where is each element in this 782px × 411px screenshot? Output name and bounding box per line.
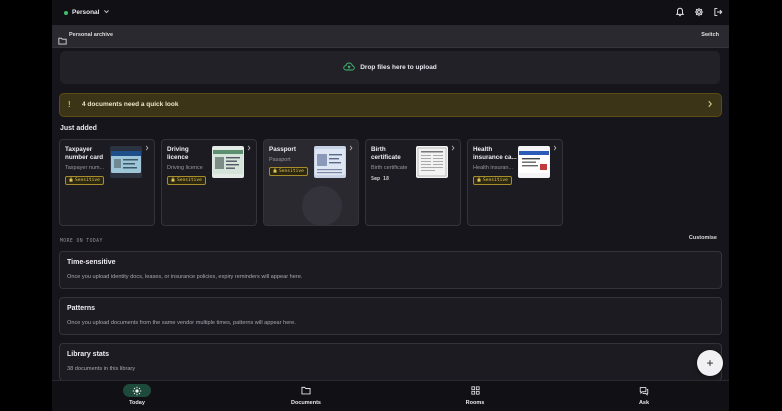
lock-icon bbox=[273, 168, 277, 175]
chevron-right-icon bbox=[707, 100, 713, 110]
panel-description: Once you upload documents from the same … bbox=[67, 320, 296, 326]
customise-button[interactable]: Customise bbox=[689, 235, 717, 241]
document-thumbnail bbox=[518, 146, 550, 178]
archive-name: Personal archive bbox=[69, 32, 114, 38]
library-stats-panel[interactable]: Library stats 38 documents in this libra… bbox=[59, 343, 722, 381]
status-dot-icon bbox=[64, 10, 68, 15]
lock-icon bbox=[477, 177, 481, 184]
folder-icon bbox=[292, 384, 320, 397]
document-card-birth-certificate[interactable]: Birth certificate Birth certificate Sep … bbox=[365, 139, 461, 226]
document-card-passport[interactable]: Passport Passport Sensitive bbox=[263, 139, 359, 226]
panel-description: 38 documents in this library bbox=[67, 366, 136, 372]
card-title: Taxpayer number card bbox=[65, 146, 104, 161]
nav-item-ask[interactable]: Ask bbox=[614, 384, 674, 411]
gear-icon[interactable] bbox=[693, 6, 704, 17]
document-thumbnail bbox=[110, 146, 142, 178]
alert-text: 4 documents need a quick look bbox=[82, 101, 179, 108]
chevron-right-icon bbox=[553, 145, 557, 153]
card-date: Sep 18 bbox=[371, 176, 390, 182]
chat-icon bbox=[630, 384, 658, 397]
nav-item-rooms[interactable]: Rooms bbox=[445, 384, 505, 411]
just-added-heading: Just added bbox=[60, 125, 97, 132]
lock-icon bbox=[69, 177, 73, 184]
nav-item-documents[interactable]: Documents bbox=[276, 384, 336, 411]
nav-label: Ask bbox=[638, 400, 650, 406]
app-window: Personal Personal archive Switch Drop fi… bbox=[52, 0, 729, 411]
chevron-right-icon bbox=[145, 145, 149, 153]
workspace-switcher[interactable]: Personal bbox=[64, 6, 110, 19]
bottom-navigation: Today Documents Rooms Ask bbox=[52, 380, 729, 411]
card-subtitle: Taxpayer num... bbox=[65, 165, 105, 171]
chevron-down-icon bbox=[103, 8, 110, 17]
add-button[interactable]: + bbox=[697, 350, 723, 376]
warning-icon: ! bbox=[68, 100, 71, 109]
card-subtitle: Birth certificate bbox=[371, 165, 408, 171]
chevron-right-icon bbox=[451, 145, 455, 153]
grid-icon bbox=[461, 384, 489, 397]
sun-icon bbox=[123, 384, 151, 397]
panel-title: Library stats bbox=[67, 351, 110, 358]
chevron-right-icon bbox=[247, 145, 251, 153]
logout-icon[interactable] bbox=[712, 6, 723, 17]
chevron-right-icon bbox=[349, 145, 353, 153]
switch-button[interactable]: Switch bbox=[701, 32, 719, 38]
document-thumbnail bbox=[212, 146, 244, 178]
cloud-upload-icon bbox=[343, 62, 355, 73]
patterns-panel[interactable]: Patterns Once you upload documents from … bbox=[59, 297, 722, 335]
document-card-health-insurance[interactable]: Health insurance ca... Health insuran...… bbox=[467, 139, 563, 226]
card-title: Driving licence bbox=[167, 146, 189, 161]
nav-label: Today bbox=[129, 400, 145, 406]
card-title: Birth certificate bbox=[371, 146, 401, 161]
document-card-driving-licence[interactable]: Driving licence Driving licence Sensitiv… bbox=[161, 139, 257, 226]
card-title: Health insurance ca... bbox=[473, 146, 517, 161]
top-bar: Personal bbox=[52, 0, 729, 26]
panel-description: Once you upload identity docs, leases, o… bbox=[67, 274, 303, 280]
review-alert-banner[interactable]: ! 4 documents need a quick look bbox=[59, 93, 722, 117]
upload-dropzone[interactable]: Drop files here to upload bbox=[60, 51, 720, 84]
time-sensitive-panel[interactable]: Time-sensitive Once you upload identity … bbox=[59, 251, 722, 289]
upload-label: Drop files here to upload bbox=[360, 64, 437, 71]
sensitive-badge: Sensitive bbox=[473, 176, 512, 185]
document-card-taxpayer[interactable]: Taxpayer number card Taxpayer num... Sen… bbox=[59, 139, 155, 226]
more-on-today-label: MORE ON TODAY bbox=[60, 239, 103, 244]
card-subtitle: Health insuran... bbox=[473, 165, 514, 171]
bell-icon[interactable] bbox=[674, 6, 685, 17]
lock-icon bbox=[171, 177, 175, 184]
card-title: Passport bbox=[269, 146, 296, 153]
document-thumbnail bbox=[314, 146, 346, 178]
nav-item-today[interactable]: Today bbox=[107, 384, 167, 411]
sensitive-badge: Sensitive bbox=[65, 176, 104, 185]
press-ripple bbox=[302, 186, 342, 226]
archive-bar: Personal archive Switch bbox=[52, 26, 729, 48]
workspace-name: Personal bbox=[72, 9, 100, 16]
card-subtitle: Passport bbox=[269, 157, 291, 163]
nav-label: Documents bbox=[291, 400, 321, 406]
sensitive-badge: Sensitive bbox=[167, 176, 206, 185]
panel-title: Time-sensitive bbox=[67, 259, 116, 266]
panel-title: Patterns bbox=[67, 305, 96, 312]
card-subtitle: Driving licence bbox=[167, 165, 203, 171]
document-thumbnail bbox=[416, 146, 448, 178]
folder-icon bbox=[58, 32, 67, 50]
nav-label: Rooms bbox=[465, 400, 485, 406]
sensitive-badge: Sensitive bbox=[269, 167, 308, 176]
